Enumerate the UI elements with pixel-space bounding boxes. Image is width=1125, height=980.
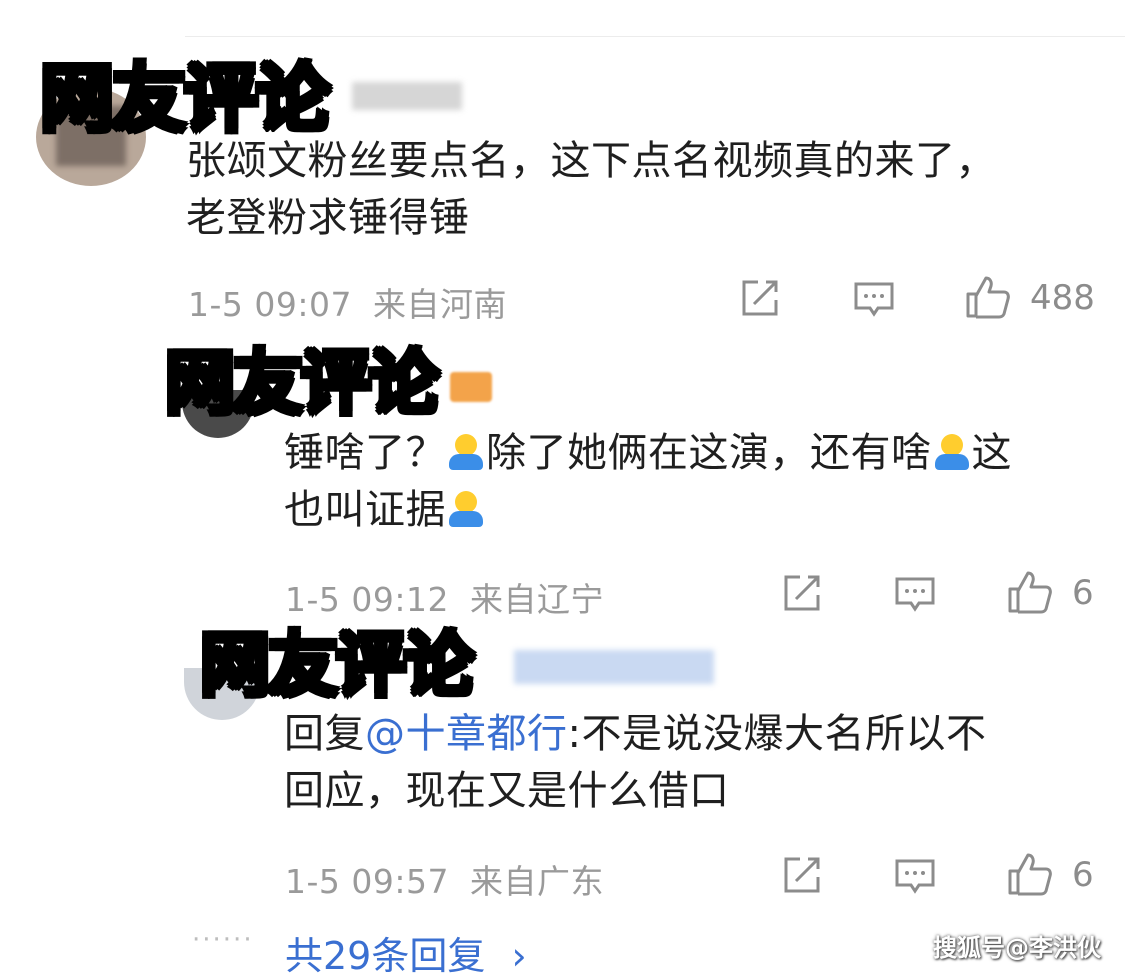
comment-meta: 1-5 09:07 来自河南 — [188, 278, 507, 326]
comment-text-line: 回应，现在又是什么借口 — [284, 768, 730, 814]
overlay-label: 网友评论 — [38, 56, 332, 142]
comment-meta: 1-5 09:57 来自广东 — [285, 855, 604, 903]
comment-text-segment: 锤啥了？ — [284, 430, 446, 476]
comment-text-line: 张颂文粉丝要点名，这下点名视频真的来了， — [186, 138, 996, 184]
shrug-emoji-icon — [446, 432, 486, 472]
like-icon[interactable] — [1006, 569, 1054, 615]
share-icon[interactable] — [738, 276, 782, 320]
top-divider — [185, 36, 1125, 37]
comment-time: 1-5 09:57 — [285, 862, 449, 901]
like-count: 488 — [1030, 278, 1095, 318]
comment-time: 1-5 09:12 — [285, 580, 449, 619]
comment-text: 张颂文粉丝要点名，这下点名视频真的来了， 老登粉求锤得锤 — [186, 133, 1106, 247]
comment-icon[interactable] — [852, 278, 896, 322]
username-blurred[interactable] — [514, 650, 714, 684]
like-icon[interactable] — [964, 274, 1012, 320]
mention-link[interactable]: @十章都行 — [365, 711, 568, 757]
comment-meta: 1-5 09:12 来自辽宁 — [285, 573, 604, 621]
reply-prefix: 回复 — [284, 711, 365, 757]
view-replies-link[interactable]: 共29条回复 › — [285, 925, 527, 980]
comment-icon[interactable] — [893, 573, 937, 617]
replies-label: 共29条回复 — [285, 934, 486, 978]
comment-text: 回复@十章都行:不是说没爆大名所以不 回应，现在又是什么借口 — [284, 706, 1104, 820]
comment-text-segment: :不是说没爆大名所以不 — [567, 711, 987, 757]
comment-text: 锤啥了？ 除了她俩在这演，还有啥这 也叫证据 — [284, 425, 1104, 539]
comment-time: 1-5 09:07 — [188, 285, 352, 324]
share-icon[interactable] — [780, 853, 824, 897]
share-icon[interactable] — [780, 571, 824, 615]
comment-text-line: 锤啥了？ 除了她俩在这演，还有啥这 — [284, 425, 1104, 482]
comment-text-line: 也叫证据 — [284, 482, 1104, 539]
comment-text-line: 老登粉求锤得锤 — [186, 195, 470, 241]
overlay-label: 网友评论 — [163, 342, 441, 424]
comment-icon[interactable] — [893, 855, 937, 899]
comment-text-line: 回复@十章都行:不是说没爆大名所以不 — [284, 706, 1104, 763]
badge-icon — [450, 372, 492, 402]
like-count: 6 — [1072, 573, 1094, 613]
comment-location: 来自河南 — [373, 285, 507, 324]
username-blurred[interactable] — [352, 82, 462, 110]
comment-text-segment: 这 — [971, 430, 1012, 476]
watermark: 搜狐号@李洪伙 — [933, 934, 1101, 962]
comment-text-segment: 也叫证据 — [284, 487, 446, 533]
comment-text-segment: 除了她俩在这演，还有啥 — [486, 430, 932, 476]
overlay-label: 网友评论 — [198, 624, 476, 706]
chevron-right-icon: › — [511, 934, 527, 978]
divider-dots: ······ — [192, 925, 254, 955]
like-count: 6 — [1072, 855, 1094, 895]
like-icon[interactable] — [1006, 851, 1054, 897]
comment-location: 来自广东 — [470, 862, 604, 901]
shrug-emoji-icon — [932, 432, 972, 472]
comment-location: 来自辽宁 — [470, 580, 604, 619]
shrug-emoji-icon — [446, 489, 486, 529]
